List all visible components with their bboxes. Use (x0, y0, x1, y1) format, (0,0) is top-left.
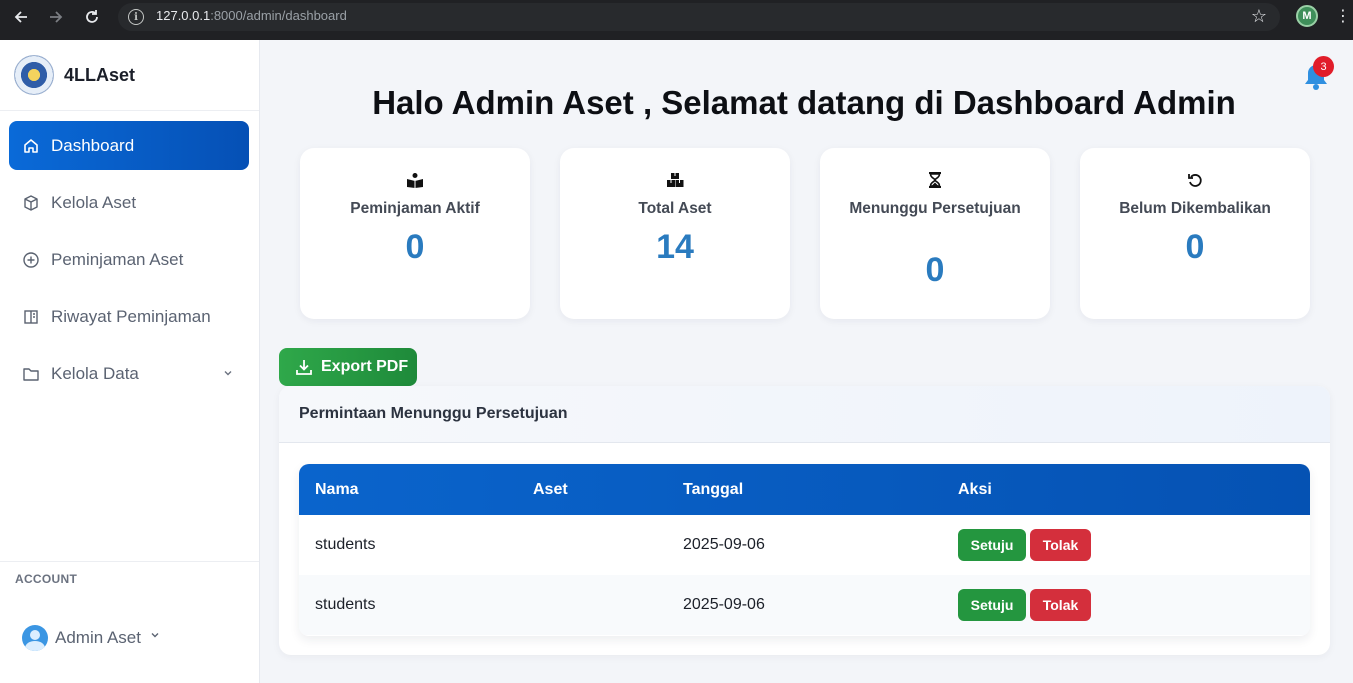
panel-header: Permintaan Menunggu Persetujuan (279, 386, 1330, 443)
table-row: students 2025-09-06 Setuju Tolak (299, 575, 1310, 635)
approve-button[interactable]: Setuju (958, 529, 1026, 561)
url-host: 127.0.0.1 (156, 8, 211, 23)
reload-icon[interactable] (80, 5, 104, 29)
notification-badge: 3 (1313, 56, 1334, 77)
cell-tanggal: 2025-09-06 (683, 536, 765, 553)
url-path: :8000/admin/dashboard (210, 8, 347, 23)
logo-icon (14, 55, 54, 95)
forward-arrow-icon[interactable] (44, 5, 68, 29)
requests-table: Nama Aset Tanggal Aksi students 2025-09-… (299, 464, 1310, 636)
box-icon (21, 193, 41, 213)
browser-toolbar: i 127.0.0.1:8000/admin/dashboard ☆ M ⋮ (0, 0, 1353, 40)
reject-button[interactable]: Tolak (1030, 589, 1091, 621)
book-reader-icon (300, 172, 530, 192)
url-text[interactable]: 127.0.0.1:8000/admin/dashboard (156, 8, 347, 23)
column-header-aksi: Aksi (958, 481, 992, 498)
stat-value: 14 (656, 228, 694, 266)
back-arrow-icon[interactable] (9, 5, 33, 29)
stat-card-belum-dikembalikan: Belum Dikembalikan 0 (1080, 148, 1310, 319)
reject-button[interactable]: Tolak (1030, 529, 1091, 561)
download-icon (296, 360, 312, 375)
brand[interactable]: 4LLAset (0, 40, 259, 111)
site-info-icon[interactable]: i (128, 9, 144, 25)
address-bar[interactable]: i 127.0.0.1:8000/admin/dashboard ☆ (118, 3, 1280, 31)
folder-icon (21, 364, 41, 384)
stat-value: 0 (925, 251, 945, 289)
sidebar-item-label: Riwayat Peminjaman (51, 306, 211, 326)
cell-nama: students (315, 536, 376, 553)
stat-label: Peminjaman Aktif (350, 200, 480, 217)
sidebar-item-label: Kelola Aset (51, 192, 137, 212)
undo-icon (1080, 172, 1310, 192)
bookmark-star-icon[interactable]: ☆ (1251, 6, 1267, 27)
home-icon (21, 136, 41, 156)
table-row: students 2025-09-06 Setuju Tolak (299, 515, 1310, 575)
stat-value: 0 (405, 228, 425, 266)
divider (0, 561, 259, 562)
stat-card-peminjaman-aktif: Peminjaman Aktif 0 (300, 148, 530, 319)
approve-button[interactable]: Setuju (958, 589, 1026, 621)
account-name[interactable]: Admin Aset (55, 628, 141, 648)
brand-name: 4LLAset (64, 65, 136, 85)
profile-avatar[interactable]: M (1296, 5, 1318, 27)
stat-label: Menunggu Persetujuan (849, 200, 1021, 217)
plus-circle-icon (21, 250, 41, 270)
sidebar-item-label: Kelola Data (51, 363, 139, 383)
stat-label: Belum Dikembalikan (1119, 200, 1271, 217)
sidebar-item-label: Peminjaman Aset (51, 249, 184, 269)
column-header-tanggal: Tanggal (683, 481, 744, 498)
stat-value: 0 (1185, 228, 1205, 266)
book-icon (21, 307, 41, 327)
boxes-icon (560, 172, 790, 192)
stat-card-total-aset: Total Aset 14 (560, 148, 790, 319)
stat-card-menunggu-persetujuan: Menunggu Persetujuan 0 (820, 148, 1050, 319)
avatar[interactable] (22, 625, 48, 651)
sidebar-item-kelola-aset[interactable]: Kelola Aset (9, 178, 249, 227)
cell-nama: students (315, 596, 376, 613)
sidebar-item-riwayat-peminjaman[interactable]: Riwayat Peminjaman (9, 292, 249, 341)
sidebar: 4LLAset Dashboard Kelola Aset Peminjaman… (0, 40, 260, 683)
cell-tanggal: 2025-09-06 (683, 596, 765, 613)
hourglass-icon (820, 172, 1050, 192)
export-pdf-button[interactable]: Export PDF (279, 348, 417, 386)
sidebar-item-peminjaman-aset[interactable]: Peminjaman Aset (9, 235, 249, 284)
sidebar-item-label: Dashboard (51, 135, 135, 155)
browser-menu-icon[interactable]: ⋮ (1335, 6, 1351, 25)
page-title: Halo Admin Aset , Selamat datang di Dash… (372, 84, 1236, 121)
stat-label: Total Aset (638, 200, 712, 217)
column-header-aset: Aset (533, 481, 568, 498)
sidebar-item-dashboard[interactable]: Dashboard (9, 121, 249, 170)
pending-requests-panel: Permintaan Menunggu Persetujuan Nama Ase… (279, 386, 1330, 655)
chevron-down-icon[interactable] (150, 630, 160, 643)
column-header-nama: Nama (315, 481, 359, 498)
account-section-label: ACCOUNT (15, 572, 78, 586)
table-header: Nama Aset Tanggal Aksi (299, 464, 1310, 515)
chevron-down-icon (223, 367, 233, 381)
panel-title: Permintaan Menunggu Persetujuan (299, 405, 568, 422)
sidebar-item-kelola-data[interactable]: Kelola Data (9, 349, 249, 398)
export-pdf-label: Export PDF (321, 358, 409, 375)
